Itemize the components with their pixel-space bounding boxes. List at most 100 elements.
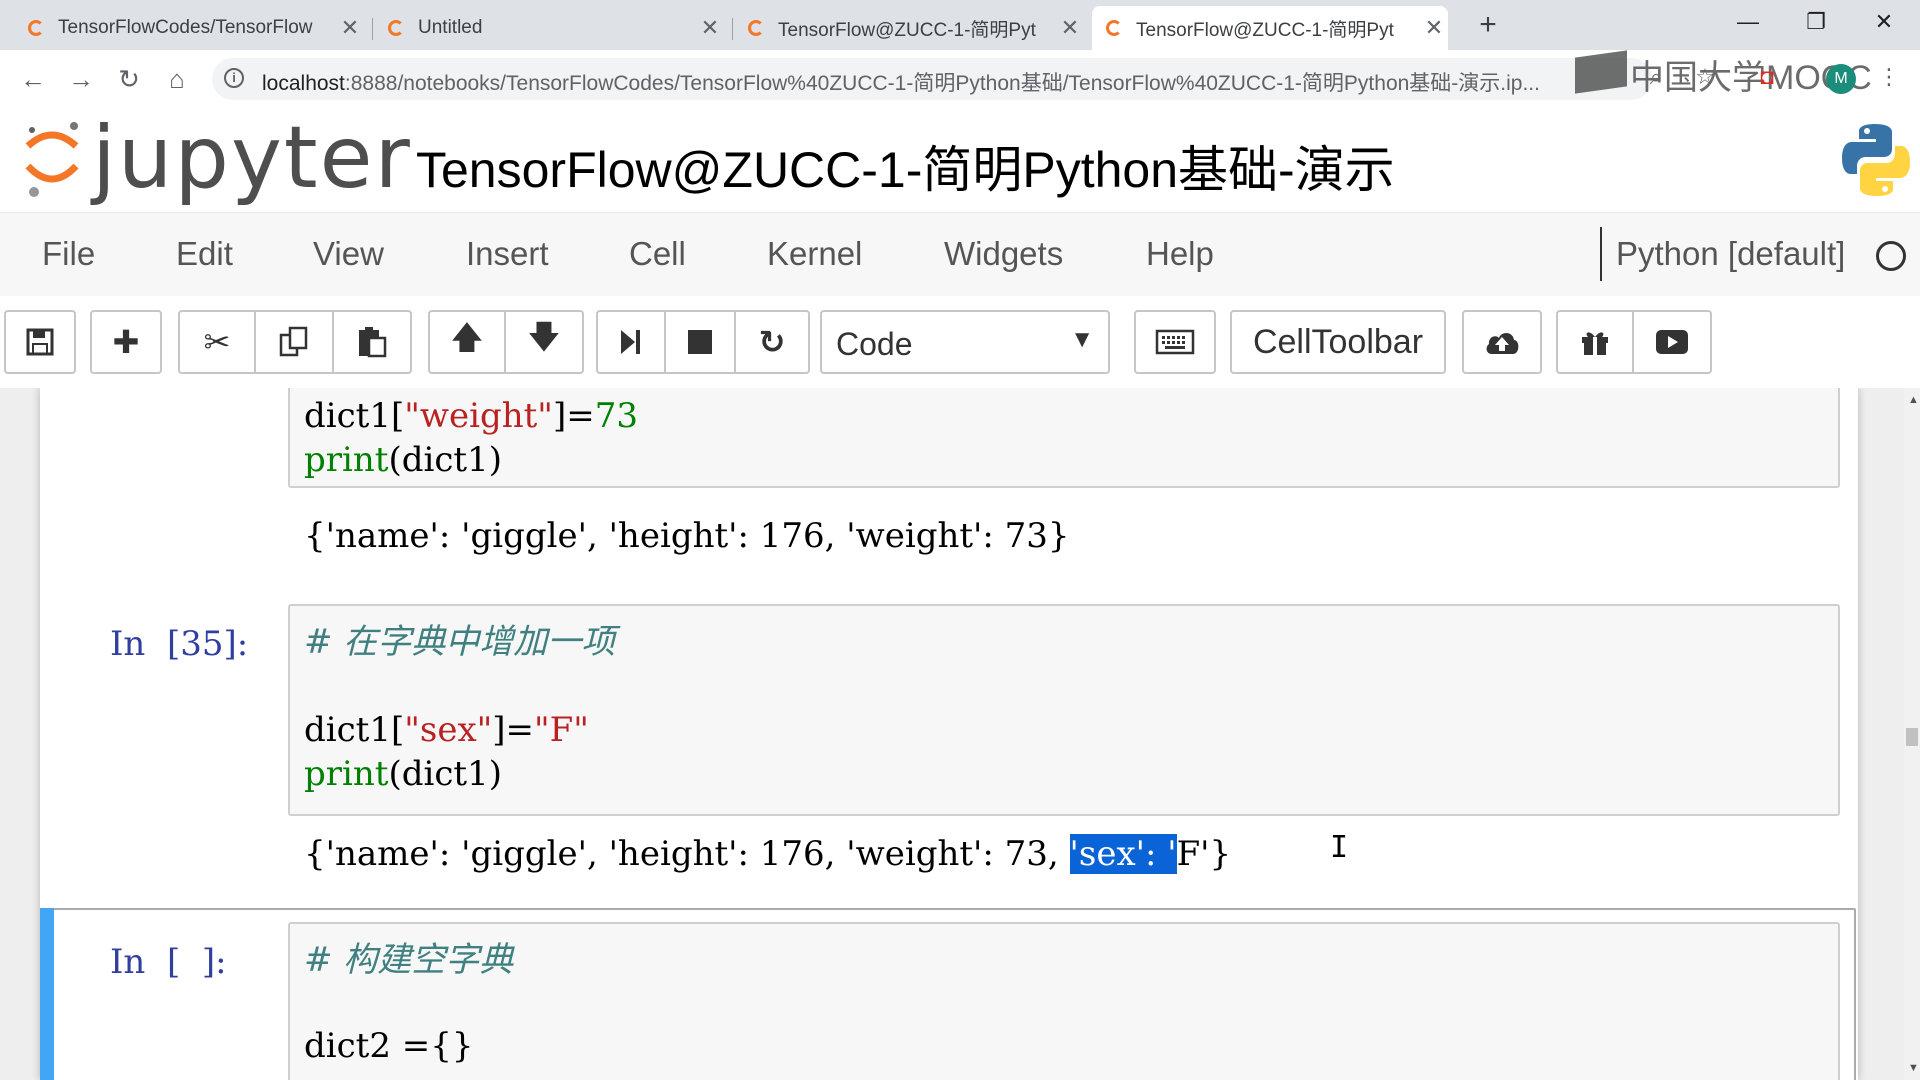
menu-view[interactable]: View	[313, 235, 384, 273]
input-prompt: In [35]:	[110, 624, 249, 664]
menu-help[interactable]: Help	[1146, 235, 1214, 273]
close-window-button[interactable]: ✕	[1854, 4, 1914, 40]
notebook-scroll-area[interactable]: dict1["weight"]=73 print(dict1) {'name':…	[0, 388, 1904, 1080]
code-line: print(dict1)	[304, 440, 502, 480]
browser-tab[interactable]: TensorFlow@ZUCC-1-简明Pyt ✕	[734, 6, 1084, 50]
code-cell-input[interactable]: # 构建空字典 dict2 ={}	[288, 922, 1840, 1080]
upload-button[interactable]	[1462, 310, 1542, 374]
zoom-icon[interactable]: ⌕	[1643, 64, 1669, 90]
vertical-scrollbar[interactable]: ▲ ▼	[1904, 388, 1920, 1080]
stop-icon	[688, 330, 712, 354]
paste-button[interactable]	[334, 310, 412, 374]
tab-title: TensorFlow@ZUCC-1-简明Pyt	[778, 19, 1036, 41]
text-selection: 'sex': '	[1069, 834, 1177, 874]
arrow-up-icon: 🡅	[450, 319, 484, 355]
code-line: dict1["sex"]="F"	[304, 710, 589, 750]
menu-kernel[interactable]: Kernel	[767, 235, 862, 273]
home-button[interactable]: ⌂	[160, 62, 194, 96]
insert-cell-button[interactable]: ✚	[90, 310, 162, 374]
tab-close-icon[interactable]: ✕	[696, 15, 724, 41]
tab-close-icon[interactable]: ✕	[336, 15, 364, 41]
menu-edit[interactable]: Edit	[176, 235, 233, 273]
minimize-button[interactable]: —	[1718, 4, 1778, 40]
slideshow-button[interactable]	[1634, 310, 1712, 374]
move-up-button[interactable]: 🡅	[428, 310, 506, 374]
refresh-icon: ↻	[758, 324, 786, 360]
code-comment: # 构建空字典	[304, 940, 514, 980]
reload-button[interactable]: ↻	[112, 62, 146, 96]
jupyter-favicon-icon	[388, 20, 404, 36]
url-input[interactable]: i localhost:8888/notebooks/TensorFlowCod…	[212, 58, 1652, 100]
browser-tab-strip: TensorFlowCodes/TensorFlow ✕ Untitled ✕ …	[0, 0, 1920, 50]
kernel-name: Python [default]	[1616, 235, 1846, 272]
browser-tab-active[interactable]: TensorFlow@ZUCC-1-简明Pyt ✕	[1092, 6, 1448, 50]
profile-avatar[interactable]: M	[1826, 64, 1856, 94]
code-comment: # 在字典中增加一项	[304, 622, 616, 662]
bookmark-star-icon[interactable]: ☆	[1692, 64, 1718, 90]
scroll-up-icon[interactable]: ▲	[1908, 394, 1919, 406]
notebook-toolbar: ✚ ✂ 🡅 🡇 ↻ Code ▼ CellToolbar	[0, 296, 1920, 388]
jupyter-favicon-icon	[1106, 20, 1122, 36]
browser-menu-icon[interactable]: ⋮	[1876, 64, 1902, 90]
menu-widgets[interactable]: Widgets	[944, 235, 1063, 273]
url-text: localhost:8888/notebooks/TensorFlowCodes…	[262, 67, 1592, 97]
jupyter-logo-icon	[25, 122, 79, 197]
browser-tab[interactable]: TensorFlowCodes/TensorFlow ✕	[14, 6, 364, 50]
plus-icon: ✚	[112, 324, 140, 360]
code-cell-input[interactable]: # 在字典中增加一项 dict1["sex"]="F" print(dict1)	[288, 604, 1840, 816]
scissors-icon: ✂	[203, 324, 231, 360]
interrupt-kernel-button[interactable]	[666, 310, 736, 374]
site-info-icon[interactable]: i	[224, 68, 244, 88]
code-cell-input[interactable]: dict1["weight"]=73 print(dict1)	[288, 388, 1840, 488]
cloud-upload-icon	[1486, 332, 1519, 354]
mooc-logo-icon	[1575, 50, 1627, 94]
run-cell-button[interactable]	[596, 310, 666, 374]
celltoolbar-button[interactable]: CellToolbar	[1230, 310, 1446, 374]
restart-kernel-button[interactable]: ↻	[736, 310, 810, 374]
keyboard-icon	[1155, 329, 1195, 355]
save-button[interactable]	[4, 310, 76, 374]
selected-cell-indicator	[40, 908, 54, 1080]
cell-output: {'name': 'giggle', 'height': 176, 'weigh…	[304, 516, 1070, 556]
cell-type-value: Code	[836, 326, 913, 362]
move-down-button[interactable]: 🡇	[506, 310, 584, 374]
python-logo-icon	[1842, 124, 1910, 196]
arrow-down-icon: 🡇	[527, 319, 561, 355]
back-button[interactable]: ←	[16, 62, 50, 96]
celltoolbar-label: CellToolbar	[1252, 322, 1424, 361]
cell-output[interactable]: {'name': 'giggle', 'height': 176, 'weigh…	[304, 834, 1231, 874]
cut-button[interactable]: ✂	[178, 310, 256, 374]
scrollbar-thumb[interactable]	[1906, 728, 1918, 746]
code-line: print(dict1)	[304, 754, 502, 794]
jupyter-favicon-icon	[748, 20, 764, 36]
command-palette-button[interactable]	[1134, 310, 1216, 374]
new-tab-button[interactable]: +	[1468, 8, 1508, 44]
extension-icon[interactable]: ◘	[1754, 64, 1780, 90]
restore-button[interactable]: ❐	[1786, 4, 1846, 40]
code-line: dict1["weight"]=73	[304, 396, 638, 436]
input-prompt: In [ ]:	[110, 942, 227, 982]
browser-tab[interactable]: Untitled ✕	[374, 6, 724, 50]
forward-button[interactable]: →	[64, 62, 98, 96]
present-gift-button[interactable]	[1556, 310, 1634, 374]
gift-icon	[1582, 332, 1608, 355]
scroll-down-icon[interactable]: ▼	[1908, 1062, 1919, 1074]
menu-file[interactable]: File	[42, 235, 95, 273]
jupyter-logo[interactable]: jupyter	[22, 108, 410, 212]
save-icon	[26, 328, 54, 356]
menu-insert[interactable]: Insert	[466, 235, 549, 273]
menu-cell[interactable]: Cell	[629, 235, 686, 273]
notebook-container: dict1["weight"]=73 print(dict1) {'name':…	[40, 388, 1858, 1080]
tab-title: TensorFlowCodes/TensorFlow	[58, 17, 313, 38]
tab-close-icon[interactable]: ✕	[1420, 15, 1448, 41]
tab-close-icon[interactable]: ✕	[1056, 15, 1084, 41]
text-cursor-icon: I	[1330, 830, 1349, 865]
tab-separator	[732, 18, 733, 40]
cell-type-select[interactable]: Code ▼	[820, 310, 1110, 374]
copy-icon	[279, 326, 308, 357]
jupyter-header: jupyter TensorFlow@ZUCC-1-简明Python基础-演示	[0, 108, 1920, 212]
url-path: :8888/notebooks/TensorFlowCodes/TensorFl…	[344, 72, 1540, 95]
url-host: localhost	[262, 72, 345, 95]
notebook-title[interactable]: TensorFlow@ZUCC-1-简明Python基础-演示	[416, 130, 1395, 202]
copy-button[interactable]	[256, 310, 334, 374]
